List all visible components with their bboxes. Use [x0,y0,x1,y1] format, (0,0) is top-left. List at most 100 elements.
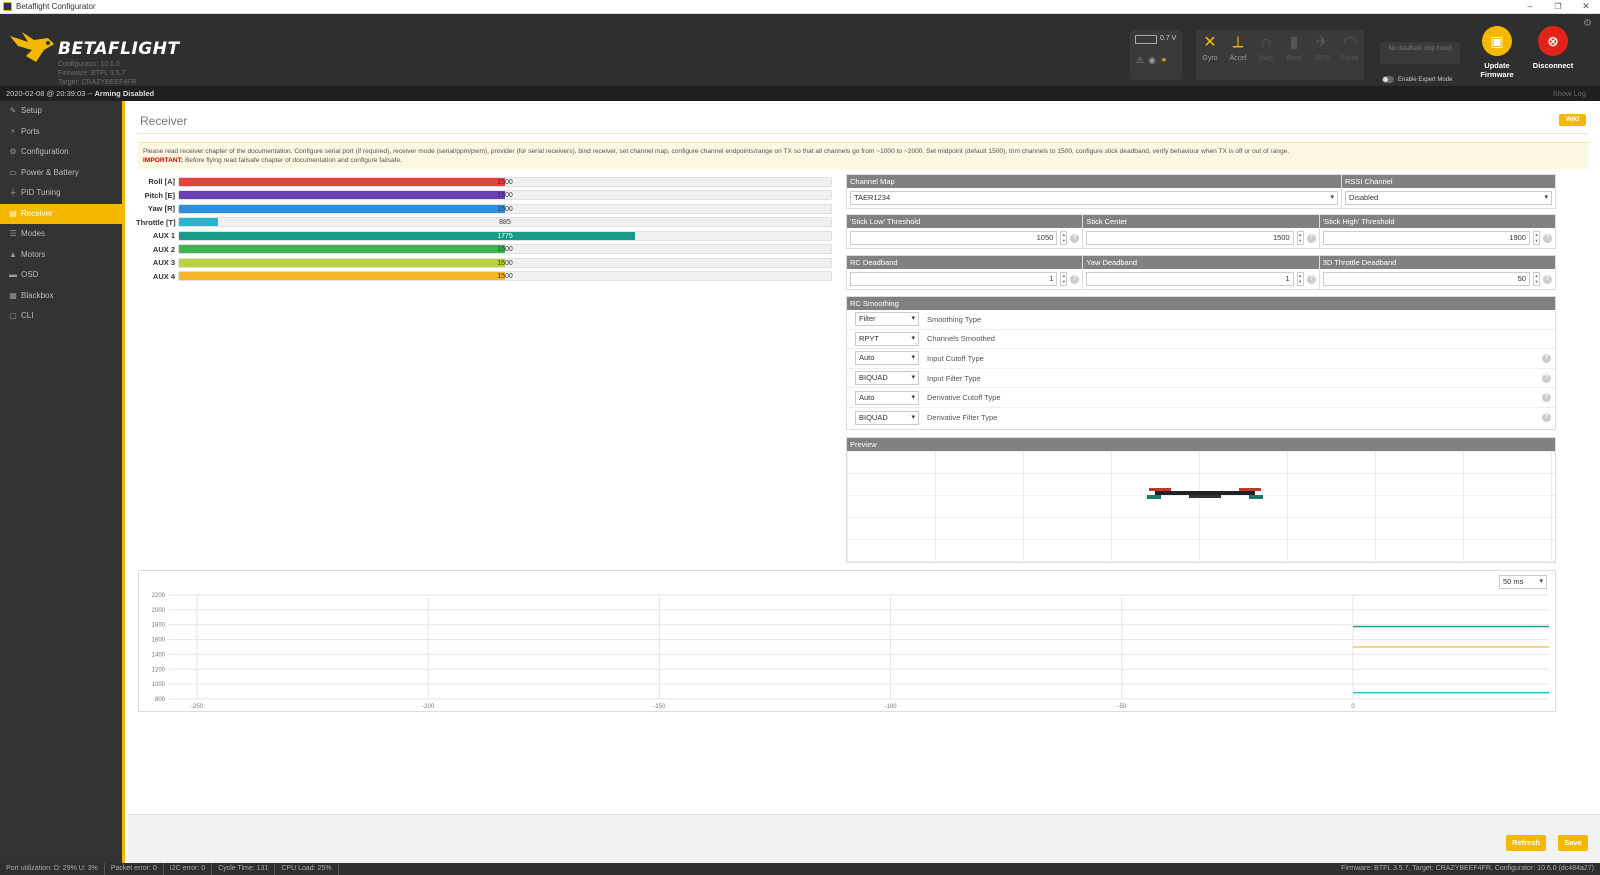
rc-smoothing-panel: RC Smoothing FilterSmoothing Type RPYTCh… [846,296,1556,430]
betaflight-logo: BETAFLIGHT Configurator: 10.6.0 Firmware… [8,22,188,86]
stick-low-header: 'Stick Low' Threshold [847,215,1083,228]
page-title: Receiver [140,114,188,128]
channel-value: 1500 [497,246,513,254]
refresh-button[interactable]: Refresh [1506,835,1546,851]
channel-row-roll: Roll [A] 1500 [136,175,836,189]
help-icon[interactable]: ? [1070,274,1080,284]
minimize-button[interactable]: – [1516,0,1544,14]
sidebar-item-setup[interactable]: ✎ Setup [0,101,122,122]
update-firmware-button[interactable]: ▣ Update Firmware [1472,26,1522,79]
derivative-filter-type-select[interactable]: BIQUAD [855,410,919,425]
help-icon[interactable]: ? [1542,393,1551,403]
motor-icon: ▲ [9,249,17,259]
stick-center-spinner[interactable]: ▲ ▼ [1296,231,1304,245]
sidebar-item-cli[interactable]: ▢ CLI [0,306,122,327]
rc-deadband-input[interactable]: 1 [850,272,1058,286]
stick-center-input[interactable]: 1500 [1086,231,1294,245]
smoothing-type-row: FilterSmoothing Type [847,310,1555,330]
channel-value: 1500 [497,273,513,281]
wiki-button[interactable]: WIKI [1559,114,1586,126]
graph-x-tick: -200 [422,704,435,710]
yaw-deadband-input[interactable]: 1 [1086,272,1294,286]
sidebar-item-receiver[interactable]: ▤ Receiver [0,203,122,224]
maximize-button[interactable]: ❐ [1544,0,1572,14]
sidebar-item-pid-tuning[interactable]: ⏚ PID Tuning [0,183,122,204]
dataflash-status: No dataflash chip found [1380,42,1460,64]
logo-wordmark: BETAFLIGHT [58,39,180,59]
modes-icon: ☰ [9,229,17,238]
help-icon[interactable]: ? [1542,373,1551,383]
smoothing-type-select[interactable]: Filter [855,312,919,327]
3d-throttle-deadband-input[interactable]: 50 [1322,272,1530,286]
arming-status: Arming Disabled [94,89,155,98]
sidebar-item-motors[interactable]: ▲ Motors [0,245,122,266]
mag-icon: ∩ [1260,34,1272,51]
sidebar-item-power-battery[interactable]: ▭ Power & Battery [0,163,122,184]
expert-mode-toggle[interactable]: Enable Expert Mode [1382,76,1452,83]
input-filter-type-row: BIQUADInput Filter Type? [847,369,1555,389]
note-text: Please read receiver chapter of the docu… [143,148,1290,155]
bottom-status-bar: Port utilization: D: 29% U: 3% Packet er… [0,863,1600,875]
derivative-cutoff-type-select[interactable]: Auto [855,390,919,405]
channel-row-pitch: Pitch [E] 1500 [136,189,836,203]
channel-map-header: Channel Map [847,175,1341,188]
rc-deadband-spinner[interactable]: ▲ ▼ [1060,272,1068,286]
channel-bars: Roll [A] 1500 Pitch [E] 1500 Yaw [R] 1500 T… [136,175,836,283]
save-button[interactable]: Save [1558,835,1588,851]
rc-channel-graph: 50 ms 2200200018001600140012001000800-25… [138,570,1556,712]
stick-high-input[interactable]: 1900 [1322,231,1530,245]
port-utilization: Port utilization: D: 29% U: 3% [0,863,105,875]
channels-smoothed-row: RPYTChannels Smoothed [847,330,1555,350]
channel-row-aux2: AUX 2 1500 [136,243,836,257]
stick-low-spinner[interactable]: ▲ ▼ [1060,231,1068,245]
preview-canvas [847,451,1555,562]
sensor-gps: ✈ GPS [1308,30,1336,80]
cycle-time: Cycle Time: 131 [212,863,276,875]
app-header: BETAFLIGHT Configurator: 10.6.0 Firmware… [0,14,1600,86]
help-icon[interactable]: ? [1542,412,1551,422]
derivative-cutoff-type-row: AutoDerivative Cutoff Type? [847,388,1555,408]
close-button[interactable]: ✕ [1572,0,1600,14]
app-icon [3,2,12,11]
help-icon[interactable]: ? [1306,233,1316,243]
channel-row-throttle: Throttle [T] 885 [136,216,836,230]
sidebar-item-configuration[interactable]: ⚙ Configuration [0,142,122,163]
firmware-chip-icon: ▣ [1482,26,1512,56]
sidebar-item-blackbox[interactable]: ▦ Blackbox [0,286,122,307]
yaw-deadband-spinner[interactable]: ▲ ▼ [1296,272,1304,286]
stick-high-spinner[interactable]: ▲ ▼ [1532,231,1540,245]
rssi-channel-select[interactable]: Disabled [1345,191,1552,205]
channel-value: 1500 [497,205,513,213]
channel-value: 1500 [497,192,513,200]
3d-throttle-deadband-spinner[interactable]: ▲ ▼ [1532,272,1540,286]
sidebar-item-modes[interactable]: ☰ Modes [0,224,122,245]
help-icon[interactable]: ? [1070,233,1080,243]
channel-row-aux1: AUX 1 1775 [136,229,836,243]
plug-icon: ⚡ [10,126,16,136]
disconnect-button[interactable]: ⊗ Disconnect [1528,26,1578,70]
rc-deadband-header: RC Deadband [847,256,1083,269]
channels-smoothed-select[interactable]: RPYT [855,331,919,346]
input-filter-type-select[interactable]: BIQUAD [855,371,919,386]
battery-icon [1135,35,1157,44]
baro-icon: ▮ [1289,34,1299,51]
help-icon[interactable]: ? [1542,233,1552,243]
help-icon[interactable]: ? [1306,274,1316,284]
help-icon[interactable]: ? [1542,274,1552,284]
sidebar-item-ports[interactable]: ⚡ Ports [0,122,122,143]
channel-map-select[interactable]: TAER1234 [850,191,1338,205]
stick-threshold-panel: 'Stick Low' Threshold 1050 ▲ ▼? Stick Cent… [846,214,1556,249]
sonar-icon: ◠ [1343,34,1357,51]
channel-map-panel: Channel Map TAER1234 RSSI Channel Disabl… [846,174,1556,209]
accel-icon: ⟂ [1232,34,1244,51]
toggle-switch[interactable] [1382,76,1394,83]
settings-gear-icon[interactable]: ⚙ [1583,18,1592,29]
input-cutoff-type-select[interactable]: Auto [855,351,919,366]
sidebar-item-osd[interactable]: ▬ OSD [0,265,122,286]
sensor-status: ✕ Gyro ⟂ Accel ∩ Mag ▮ Baro ✈ GPS ◠ Sonar [1196,30,1364,80]
stick-low-input[interactable]: 1050 [850,231,1058,245]
graph-y-tick: 800 [155,697,166,703]
model-preview-panel: Preview [846,437,1556,563]
show-log-link[interactable]: Show Log [1553,86,1586,101]
help-icon[interactable]: ? [1542,354,1551,364]
